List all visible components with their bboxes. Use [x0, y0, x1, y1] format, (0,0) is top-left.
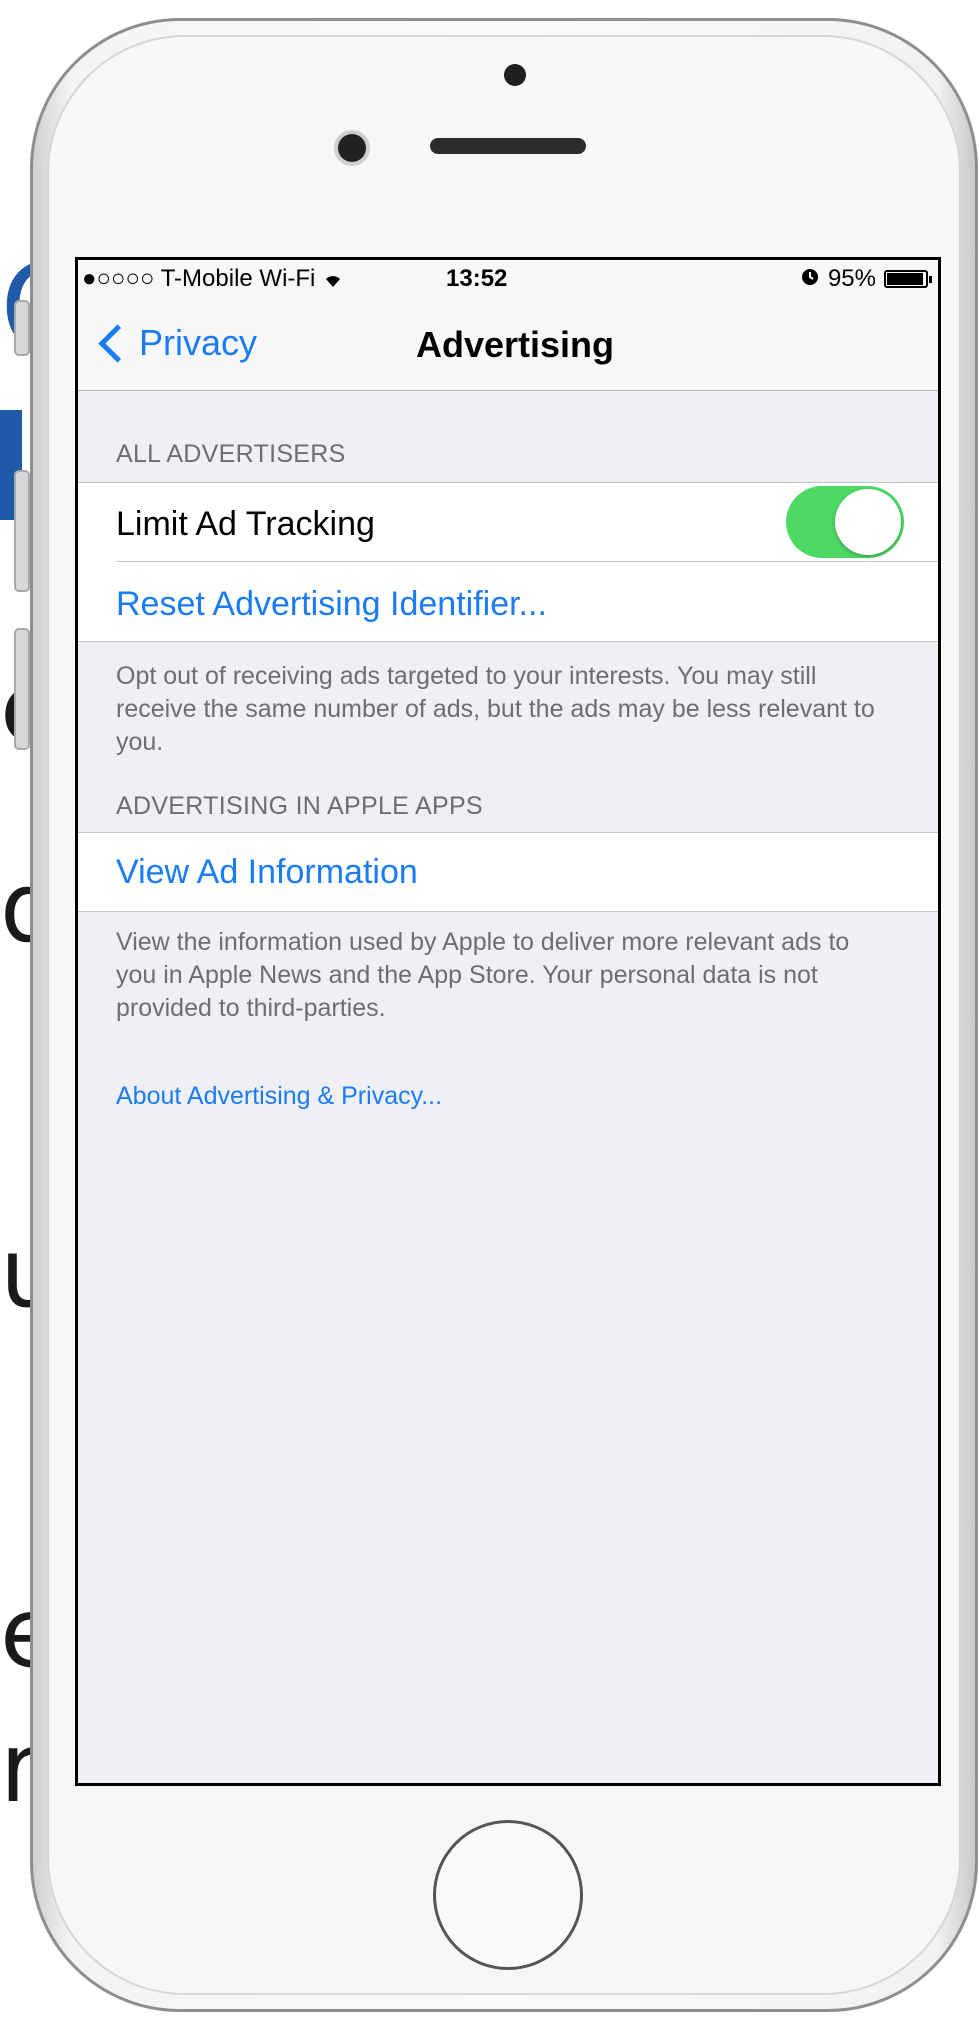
- front-camera: [338, 134, 366, 162]
- view-ad-information-button[interactable]: View Ad Information: [116, 853, 938, 892]
- battery-fill: [887, 273, 923, 285]
- page-title: Advertising: [415, 324, 615, 365]
- status-right: 95%: [800, 265, 932, 293]
- status-bar: ●○○○○ T-Mobile Wi-Fi 13:52 95%: [78, 260, 938, 298]
- all-advertisers-group: Limit Ad Tracking Reset Advertising Iden…: [78, 482, 938, 642]
- volume-up-button: [14, 470, 30, 592]
- alarm-icon: [800, 265, 820, 293]
- section-header-all-advertisers: ALL ADVERTISERS: [116, 440, 346, 468]
- carrier-label: ●○○○○ T-Mobile Wi-Fi: [82, 265, 344, 293]
- limit-ad-tracking-toggle[interactable]: [786, 486, 904, 558]
- apple-apps-footer: View the information used by Apple to de…: [116, 928, 850, 1022]
- apple-apps-group: View Ad Information: [78, 832, 938, 912]
- mute-switch: [14, 300, 30, 356]
- cell-separator: [116, 561, 938, 562]
- navigation-bar: Privacy Advertising: [78, 298, 938, 391]
- battery-tip: [929, 276, 932, 283]
- toggle-knob: [835, 489, 901, 555]
- reset-advertising-identifier-button[interactable]: Reset Advertising Identifier...: [116, 585, 938, 624]
- carrier-text: ●○○○○ T-Mobile Wi-Fi: [82, 265, 316, 292]
- volume-down-button: [14, 628, 30, 750]
- proximity-sensor: [504, 64, 526, 86]
- battery-icon: [884, 270, 932, 288]
- about-advertising-privacy-link[interactable]: About Advertising & Privacy...: [116, 1080, 888, 1113]
- home-button[interactable]: [433, 1820, 583, 1970]
- status-time: 13:52: [446, 265, 508, 292]
- wifi-icon: [322, 265, 344, 292]
- all-advertisers-footer: Opt out of receiving ads targeted to you…: [116, 662, 875, 756]
- section-header-apple-apps: ADVERTISING IN APPLE APPS: [116, 792, 483, 820]
- screen: ●○○○○ T-Mobile Wi-Fi 13:52 95% Privacy A…: [75, 257, 941, 1786]
- battery-percent: 95%: [827, 265, 876, 292]
- earpiece-speaker: [430, 138, 586, 154]
